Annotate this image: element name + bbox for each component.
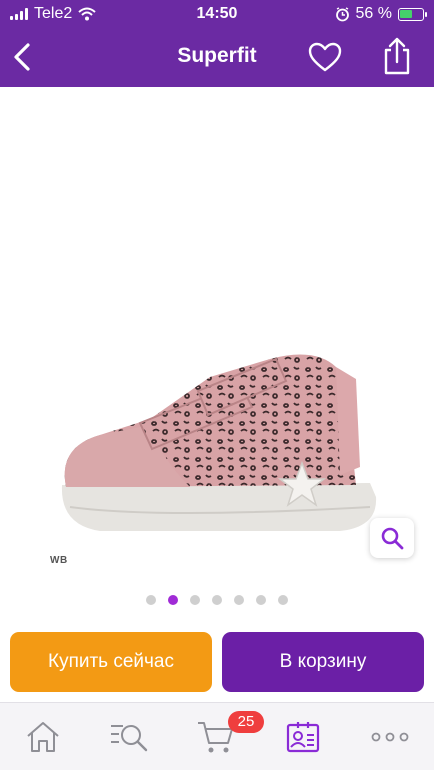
carousel-dot[interactable] <box>146 595 156 605</box>
image-label: WB <box>50 555 68 566</box>
cart-count-badge: 25 <box>228 711 264 733</box>
carousel-dot[interactable] <box>190 595 200 605</box>
buy-now-button[interactable]: Купить сейчас <box>10 632 212 692</box>
alarm-icon <box>335 6 349 21</box>
carousel-dot[interactable] <box>278 595 288 605</box>
home-icon <box>27 722 59 752</box>
zoom-button[interactable] <box>370 518 414 558</box>
carousel-dot[interactable] <box>234 595 244 605</box>
tab-bar: 25 <box>0 702 434 770</box>
battery-percent: 56 % <box>355 5 392 22</box>
search-catalog-icon <box>111 725 148 752</box>
more-icon <box>371 732 409 742</box>
tab-profile[interactable] <box>283 717 323 757</box>
top-bar: Tele2 14:50 56 % Superfit <box>0 0 434 87</box>
page-title: Superfit <box>177 44 257 67</box>
search-icon <box>381 527 404 550</box>
profile-icon <box>286 722 320 753</box>
status-right: 56 % <box>335 5 427 23</box>
heart-icon[interactable] <box>308 42 342 74</box>
carousel-dots <box>0 595 434 605</box>
carousel-dot[interactable] <box>168 595 178 605</box>
carousel-dot[interactable] <box>212 595 222 605</box>
tab-more[interactable] <box>370 717 410 757</box>
carousel-dot[interactable] <box>256 595 266 605</box>
status-bar: Tele2 14:50 56 % <box>0 0 434 28</box>
tab-catalog-search[interactable] <box>109 717 149 757</box>
share-icon[interactable] <box>380 36 414 76</box>
nav-bar: Superfit <box>0 28 434 87</box>
product-image-area[interactable]: WB <box>0 87 434 622</box>
add-to-cart-button[interactable]: В корзину <box>222 632 424 692</box>
battery-icon <box>398 7 427 21</box>
tab-home[interactable] <box>23 717 63 757</box>
shoe-image <box>61 354 377 531</box>
action-buttons: Купить сейчас В корзину <box>0 622 434 702</box>
